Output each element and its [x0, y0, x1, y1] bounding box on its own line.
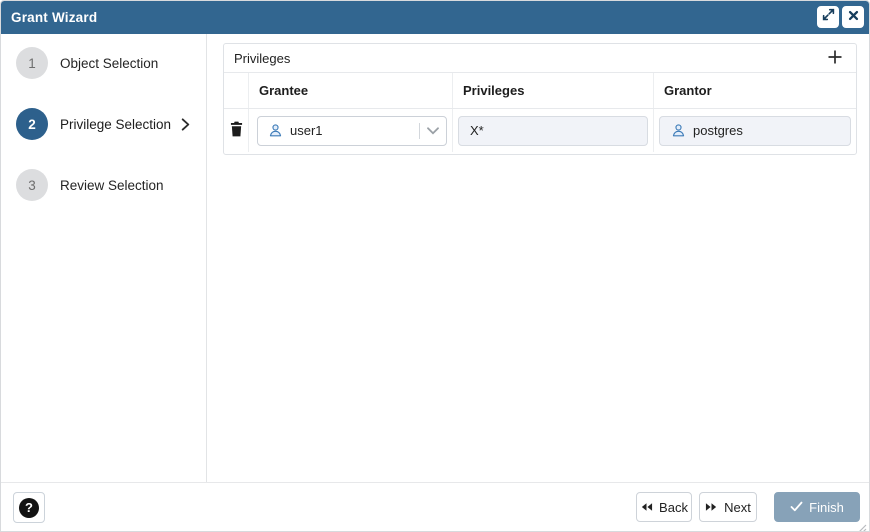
- finish-label: Finish: [809, 500, 844, 515]
- select-controls: [419, 117, 446, 145]
- help-icon: ?: [19, 498, 39, 518]
- step-label: Object Selection: [60, 56, 158, 71]
- titlebar: Grant Wizard: [1, 1, 869, 34]
- add-privilege-button[interactable]: [824, 47, 846, 69]
- grantor-cell: postgres: [654, 109, 856, 152]
- user-icon: [268, 123, 283, 138]
- privileges-table-header: Grantee Privileges Grantor: [224, 73, 856, 109]
- step-review-selection: 3 Review Selection: [16, 169, 200, 201]
- window-title: Grant Wizard: [11, 10, 97, 25]
- check-icon: [790, 500, 803, 515]
- wizard-content: Privileges Grantee Privileges Grantor: [208, 34, 869, 482]
- maximize-button[interactable]: [817, 6, 839, 28]
- chevron-down-icon[interactable]: [420, 127, 446, 135]
- step-number-badge: 3: [16, 169, 48, 201]
- grantor-field: postgres: [659, 116, 851, 146]
- wizard-steps-sidebar: 1 Object Selection 2 Privilege Selection…: [1, 34, 207, 482]
- privilege-row: user1 X*: [224, 109, 856, 152]
- grantor-value: postgres: [693, 123, 743, 138]
- delete-cell: [224, 109, 249, 152]
- next-button[interactable]: Next: [699, 492, 757, 522]
- privileges-cell: X*: [453, 109, 654, 152]
- trash-icon: [230, 121, 243, 140]
- column-header-privileges: Privileges: [453, 73, 654, 108]
- step-number-badge: 1: [16, 47, 48, 79]
- step-number-badge: 2: [16, 108, 48, 140]
- user-icon: [671, 123, 686, 138]
- plus-icon: [827, 49, 843, 68]
- step-object-selection: 1 Object Selection: [16, 47, 200, 79]
- step-label: Privilege Selection: [60, 117, 171, 132]
- help-button[interactable]: ?: [13, 492, 45, 523]
- grantee-select[interactable]: user1: [257, 116, 447, 146]
- privileges-panel-header: Privileges: [224, 44, 856, 73]
- grantee-cell: user1: [249, 109, 453, 152]
- maximize-icon: [822, 8, 835, 26]
- back-label: Back: [659, 500, 688, 515]
- step-privilege-selection: 2 Privilege Selection: [16, 108, 200, 140]
- delete-row-button[interactable]: [228, 119, 245, 142]
- dialog-footer: ? Back Next Finish: [1, 482, 869, 531]
- privileges-panel: Privileges Grantee Privileges Grantor: [223, 43, 857, 155]
- double-arrow-right-icon: [705, 500, 718, 515]
- resize-grip[interactable]: [858, 520, 867, 529]
- column-header-grantor: Grantor: [654, 73, 856, 108]
- finish-button[interactable]: Finish: [774, 492, 860, 522]
- back-button[interactable]: Back: [636, 492, 692, 522]
- grantee-value: user1: [290, 123, 323, 138]
- column-header-delete: [224, 73, 249, 108]
- close-button[interactable]: [842, 6, 864, 28]
- privileges-panel-title: Privileges: [234, 51, 290, 66]
- column-header-grantee: Grantee: [249, 73, 453, 108]
- next-label: Next: [724, 500, 751, 515]
- privileges-field[interactable]: X*: [458, 116, 648, 146]
- step-label: Review Selection: [60, 178, 164, 193]
- close-icon: [848, 8, 859, 26]
- privileges-value: X*: [470, 123, 484, 138]
- double-arrow-left-icon: [640, 500, 653, 515]
- grant-wizard-dialog: Grant Wizard 1 Object Selection 2 Privil…: [0, 0, 870, 532]
- current-step-chevron-right-icon: [181, 118, 190, 131]
